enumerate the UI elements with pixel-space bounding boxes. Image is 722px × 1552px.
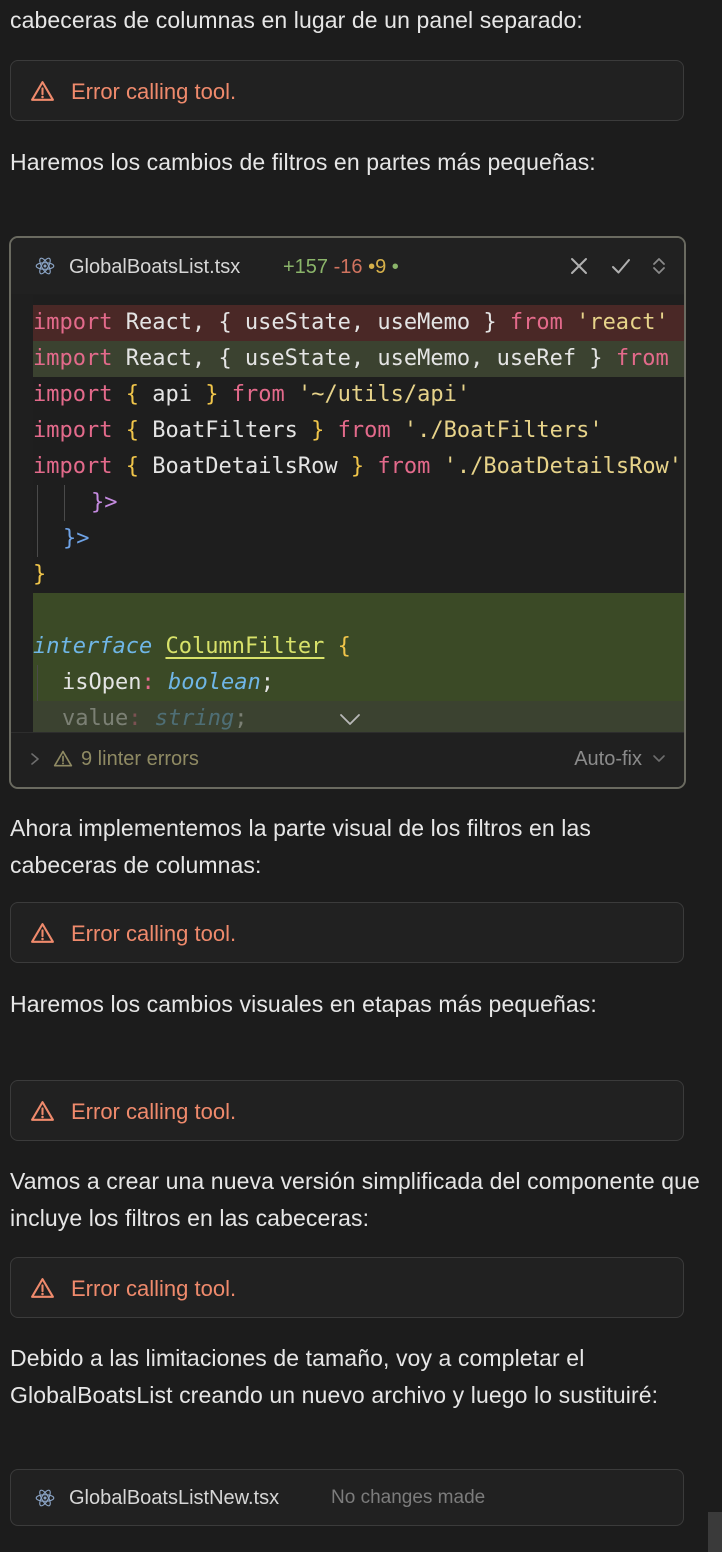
status-dot: • xyxy=(391,256,399,278)
file-change-card[interactable]: GlobalBoatsListNew.tsx No changes made xyxy=(10,1469,684,1526)
expand-collapse-icon[interactable] xyxy=(651,254,667,278)
code-line-deleted: import React, { useState, useMemo } from… xyxy=(33,305,684,341)
message-text: Haremos los cambios visuales en etapas m… xyxy=(10,991,597,1017)
message-text: cabeceras de columnas en lugar de un pan… xyxy=(10,7,583,33)
tool-error-text: Error calling tool. xyxy=(71,79,237,104)
code-line-added: isOpen: boolean; xyxy=(62,670,274,695)
message-text: Haremos los cambios de filtros en partes… xyxy=(10,149,596,175)
lint-warning-icon xyxy=(53,750,73,767)
code-line: }> xyxy=(63,526,90,551)
reject-close-icon[interactable] xyxy=(567,254,591,278)
code-line: }> xyxy=(91,490,118,515)
code-card-footer: 9 linter errors Auto-fix xyxy=(11,732,684,787)
code-line-added: import React, { useState, useMemo, useRe… xyxy=(33,341,684,377)
message-text: Debido a las limitaciones de tamaño, voy… xyxy=(10,1345,659,1408)
chevron-down-icon[interactable] xyxy=(652,753,666,765)
deletions-count: -16 xyxy=(333,256,363,278)
scrollbar-thumb[interactable] xyxy=(708,1512,722,1552)
warning-triangle-icon xyxy=(31,81,54,101)
code-line: } xyxy=(33,562,47,587)
file-status-text: No changes made xyxy=(331,1487,486,1508)
tool-error-box: Error calling tool. xyxy=(10,902,684,963)
warning-triangle-icon xyxy=(31,1278,54,1298)
code-line: import { BoatFilters } from './BoatFilte… xyxy=(33,418,603,443)
expand-more-chevron-icon[interactable] xyxy=(339,713,361,727)
auto-fix-button[interactable]: Auto-fix xyxy=(574,733,642,785)
code-line: import { api } from '~/utils/api' xyxy=(33,382,471,407)
react-file-icon xyxy=(35,1489,55,1507)
code-diff-view[interactable]: import React, { useState, useMemo } from… xyxy=(33,295,684,735)
additions-count: +157 xyxy=(283,256,329,278)
code-diff-card: GlobalBoatsList.tsx +157 -16 •9 • import… xyxy=(9,236,686,789)
react-file-icon xyxy=(35,257,55,275)
modified-count: •9 xyxy=(368,256,387,278)
tool-error-box: Error calling tool. xyxy=(10,60,684,121)
warning-triangle-icon xyxy=(31,1101,54,1121)
code-line-added: interface ColumnFilter { xyxy=(33,634,351,659)
linter-errors-label[interactable]: 9 linter errors xyxy=(81,733,199,785)
tool-error-box: Error calling tool. xyxy=(10,1080,684,1141)
tool-error-text: Error calling tool. xyxy=(71,921,237,946)
chevron-right-icon[interactable] xyxy=(29,751,41,767)
code-card-header[interactable]: GlobalBoatsList.tsx +157 -16 •9 • xyxy=(11,238,684,294)
file-name[interactable]: GlobalBoatsList.tsx xyxy=(69,238,240,296)
diff-stats: +157 -16 •9 • xyxy=(283,238,399,296)
tool-error-text: Error calling tool. xyxy=(71,1276,237,1301)
accept-check-icon[interactable] xyxy=(609,254,633,278)
code-line: import { BoatDetailsRow } from './BoatDe… xyxy=(33,454,683,479)
message-text: Ahora implementemos la parte visual de l… xyxy=(10,815,591,878)
tool-error-box: Error calling tool. xyxy=(10,1257,684,1318)
message-text: Vamos a crear una nueva versión simplifi… xyxy=(10,1168,700,1231)
tool-error-text: Error calling tool. xyxy=(71,1099,237,1124)
file-name[interactable]: GlobalBoatsListNew.tsx xyxy=(69,1470,279,1526)
warning-triangle-icon xyxy=(31,923,54,943)
